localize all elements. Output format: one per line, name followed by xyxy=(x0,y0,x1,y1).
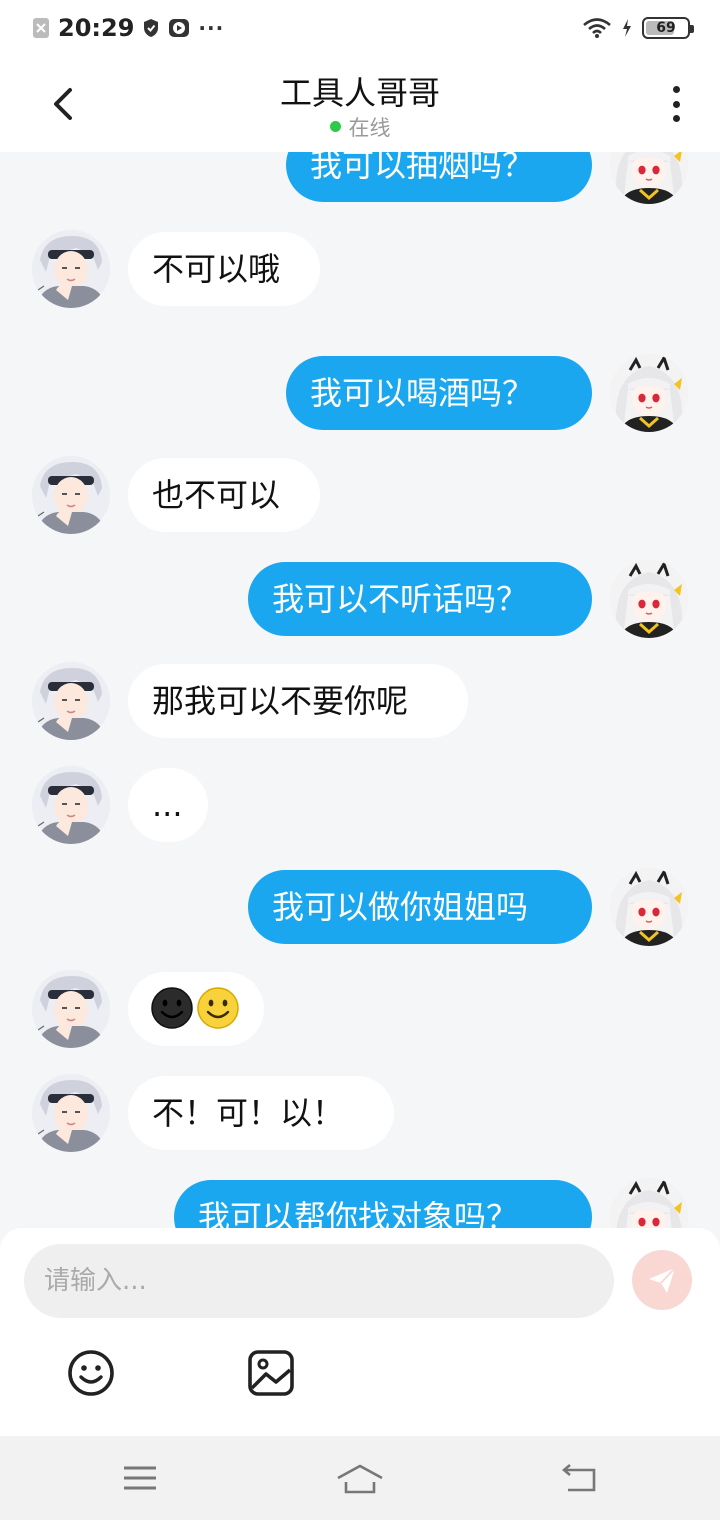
incoming-message xyxy=(0,970,720,1048)
battery-percent: 69 xyxy=(656,20,676,36)
send-icon xyxy=(649,1267,676,1293)
my-avatar[interactable] xyxy=(610,560,688,638)
contact-name: 工具人哥哥 xyxy=(279,74,440,112)
online-status: 在线 xyxy=(0,112,720,142)
message-bubble[interactable]: 那我可以不要你呢 xyxy=(128,664,468,738)
my-avatar[interactable] xyxy=(610,152,688,204)
message-bubble[interactable]: 不！可！以！ xyxy=(128,1076,394,1150)
incoming-message: 也不可以 xyxy=(0,456,720,534)
contact-avatar[interactable] xyxy=(32,456,110,534)
message-bubble[interactable]: 我可以不听话吗？ xyxy=(248,562,592,636)
contact-avatar[interactable] xyxy=(32,230,110,308)
emoji-icon[interactable] xyxy=(66,1348,116,1398)
menu-icon[interactable] xyxy=(116,1458,164,1498)
message-composer xyxy=(0,1228,720,1436)
message-bubble[interactable]: ... xyxy=(128,768,208,842)
send-button[interactable] xyxy=(632,1250,692,1310)
message-list[interactable]: 我可以抽烟吗？ 不可以哦我可以喝酒吗？ 也不可以我可以不听话吗？ 那我可以不要你呢..… xyxy=(0,152,720,1228)
status-bar: 20:29 ··· 69 xyxy=(0,0,720,56)
message-bubble[interactable]: 也不可以 xyxy=(128,458,320,532)
message-bubble[interactable]: 我可以做你姐姐吗 xyxy=(248,870,592,944)
my-avatar[interactable] xyxy=(610,868,688,946)
charging-icon xyxy=(623,19,631,37)
yellow-smile-face-icon xyxy=(197,987,239,1029)
message-bubble[interactable]: 我可以抽烟吗？ xyxy=(286,152,592,202)
notification-icon xyxy=(33,18,49,38)
contact-avatar[interactable] xyxy=(32,1074,110,1152)
image-icon[interactable] xyxy=(246,1348,296,1398)
contact-avatar[interactable] xyxy=(32,766,110,844)
contact-avatar[interactable] xyxy=(32,662,110,740)
incoming-message: 不可以哦 xyxy=(0,230,720,308)
my-avatar[interactable] xyxy=(610,354,688,432)
system-nav-bar xyxy=(0,1436,720,1520)
incoming-message: ... xyxy=(0,766,720,844)
wifi-icon xyxy=(583,18,611,38)
battery-indicator: 69 xyxy=(642,17,694,39)
dark-smile-face-icon xyxy=(151,987,193,1029)
incoming-message: 那我可以不要你呢 xyxy=(0,662,720,740)
outgoing-message: 我可以帮你找对象吗？ xyxy=(0,1178,720,1228)
chat-header: 工具人哥哥 在线 xyxy=(0,56,720,152)
message-bubble[interactable]: 我可以喝酒吗？ xyxy=(286,356,592,430)
message-input[interactable] xyxy=(24,1244,614,1318)
status-right: 69 xyxy=(582,17,694,39)
message-bubble[interactable]: 不可以哦 xyxy=(128,232,320,306)
incoming-message: 不！可！以！ xyxy=(0,1074,720,1152)
outgoing-message: 我可以喝酒吗？ xyxy=(0,354,720,432)
outgoing-message: 我可以做你姐姐吗 xyxy=(0,868,720,946)
shield-icon xyxy=(144,19,159,37)
status-time: 20:29 xyxy=(58,14,135,42)
my-avatar[interactable] xyxy=(610,1178,688,1228)
outgoing-message: 我可以不听话吗？ xyxy=(0,560,720,638)
message-bubble[interactable] xyxy=(128,972,264,1046)
online-status-label: 在线 xyxy=(348,116,391,140)
online-dot xyxy=(329,121,341,132)
more-notifications: ··· xyxy=(198,16,225,40)
home-icon[interactable] xyxy=(336,1458,384,1498)
more-vertical-icon[interactable] xyxy=(660,82,692,126)
outgoing-message: 我可以抽烟吗？ xyxy=(0,152,720,204)
play-icon xyxy=(169,19,190,37)
status-left: 20:29 ··· xyxy=(32,14,224,42)
message-bubble[interactable]: 我可以帮你找对象吗？ xyxy=(174,1180,592,1228)
contact-avatar[interactable] xyxy=(32,970,110,1048)
back-icon[interactable] xyxy=(556,1458,604,1498)
